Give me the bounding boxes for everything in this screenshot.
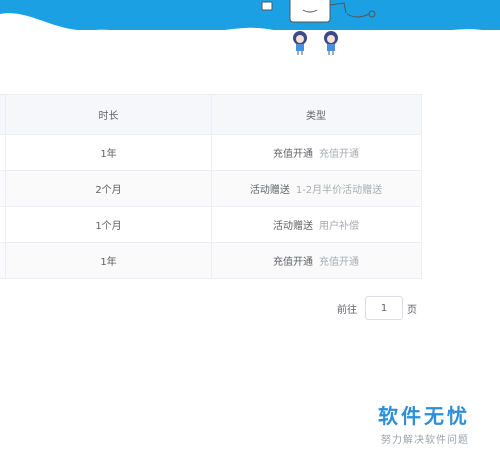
type-note: 充值开通 — [319, 257, 359, 268]
records-table: 时长 类型 1年 充值开通 充值开通 2个月 活动赠送 1-2月半价活动赠送 1… — [0, 94, 422, 279]
header-duration: 时长 — [6, 95, 212, 134]
page: 时长 类型 1年 充值开通 充值开通 2个月 活动赠送 1-2月半价活动赠送 1… — [0, 0, 500, 458]
table-header: 时长 类型 — [0, 95, 421, 135]
page-number-input[interactable]: 1 — [365, 296, 403, 320]
duration-cell: 1个月 — [6, 207, 212, 242]
duration-cell: 1年 — [6, 243, 212, 278]
type-label: 充值开通 — [273, 149, 313, 160]
type-cell: 活动赠送 1-2月半价活动赠送 — [212, 171, 420, 206]
duration-cell: 2个月 — [6, 171, 212, 206]
table-row: 1年 充值开通 充值开通 — [0, 243, 421, 279]
table-row: 1年 充值开通 充值开通 — [0, 135, 421, 171]
pager-suffix: 页 — [407, 304, 417, 316]
type-note: 充值开通 — [319, 149, 359, 160]
type-label: 活动赠送 — [249, 185, 290, 196]
header-type: 类型 — [306, 111, 326, 122]
type-label: 充值开通 — [273, 257, 313, 268]
table-row: 2个月 活动赠送 1-2月半价活动赠送 — [0, 171, 421, 207]
banner-illustration — [0, 0, 500, 60]
watermark-logo: 软件无忧 — [378, 404, 470, 428]
type-cell: 活动赠送 用户补偿 — [212, 207, 420, 242]
type-label: 活动赠送 — [273, 221, 313, 232]
small-tv-icon — [261, 1, 273, 11]
type-note: 1-2月半价活动赠送 — [295, 185, 383, 196]
table-row: 1个月 活动赠送 用户补偿 — [0, 207, 421, 243]
duration-cell: 1年 — [6, 135, 212, 170]
watermark-subtitle: 努力解决软件问题 — [381, 435, 469, 446]
type-cell: 充值开通 充值开通 — [212, 243, 420, 278]
pager-prefix: 前往 — [337, 304, 357, 316]
type-cell: 充值开通 充值开通 — [212, 135, 420, 170]
type-note: 用户补偿 — [319, 221, 359, 232]
pagination-jumper: 前往 1 页 — [337, 296, 417, 320]
